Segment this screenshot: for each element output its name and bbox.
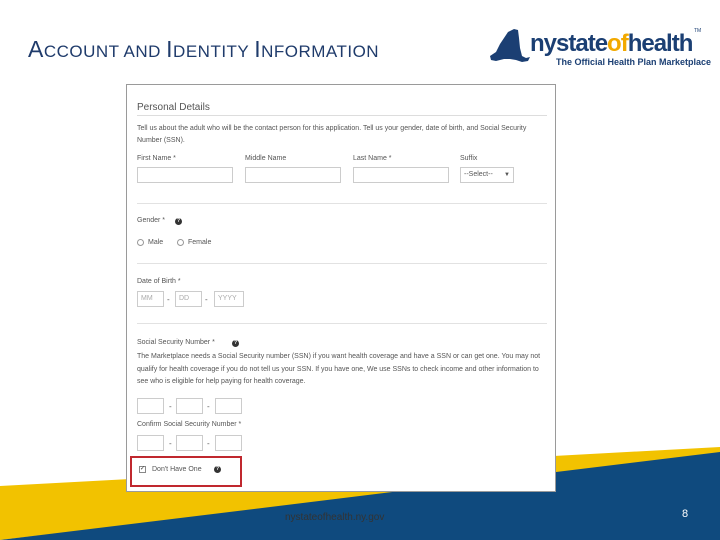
dob-dash: -: [167, 295, 170, 304]
row-divider: [137, 263, 547, 264]
title-rest-3: NFORMATION: [261, 42, 380, 61]
confirm-ssn-part2-input[interactable]: [176, 435, 203, 451]
title-cap-a: A: [28, 36, 44, 62]
section-title: Personal Details: [137, 102, 210, 113]
middle-name-label: Middle Name: [245, 155, 287, 162]
title-rest-1: CCOUNT AND: [43, 42, 167, 61]
logo-word-health: health: [627, 30, 694, 57]
section-intro: Tell us about the adult who will be the …: [137, 125, 527, 144]
suffix-select[interactable]: --Select-- ▼: [460, 167, 514, 183]
confirm-ssn-part1-input[interactable]: [137, 435, 164, 451]
suffix-selected-value: --Select--: [464, 171, 493, 178]
title-rest-2: DENTITY: [173, 42, 255, 61]
ssn-explanation: The Marketplace needs a Social Security …: [137, 353, 541, 385]
dob-label: Date of Birth *: [137, 278, 181, 285]
dob-day-input[interactable]: DD: [175, 291, 202, 307]
dob-month-input[interactable]: MM: [137, 291, 164, 307]
confirm-ssn-dash: -: [169, 439, 172, 448]
section-divider: [137, 115, 547, 116]
first-name-input[interactable]: [137, 167, 233, 183]
logo-tagline: The Official Health Plan Marketplace: [556, 57, 712, 67]
first-name-label: First Name *: [137, 155, 176, 162]
gender-help-icon[interactable]: ?: [175, 218, 182, 225]
ssn-help-icon[interactable]: ?: [232, 340, 239, 347]
chevron-down-icon: ▼: [504, 172, 510, 178]
ssn-part2-input[interactable]: [176, 398, 203, 414]
gender-female-label: Female: [188, 239, 212, 246]
ssn-dash: -: [207, 402, 210, 411]
logo-word-of: of: [607, 30, 629, 57]
nystateofhealth-logo: nystateofhealth TM The Official Health P…: [486, 24, 711, 76]
dob-year-input[interactable]: YYYY: [214, 291, 244, 307]
ssn-part3-input[interactable]: [215, 398, 242, 414]
gender-female-radio[interactable]: [177, 239, 184, 246]
logo-word-nystate: nystate: [530, 30, 608, 57]
gender-male-label: Male: [148, 239, 164, 246]
ssn-label: Social Security Number *: [137, 339, 215, 346]
middle-name-input[interactable]: [245, 167, 341, 183]
slide-title: ACCOUNT AND IDENTITY INFORMATION: [28, 36, 379, 63]
logo-wordmark: nystateofhealth: [530, 30, 694, 58]
ssn-dash: -: [169, 402, 172, 411]
last-name-label: Last Name *: [353, 155, 392, 162]
ny-state-map-icon: [490, 29, 530, 62]
last-name-input[interactable]: [353, 167, 449, 183]
title-cap-i1: I: [166, 36, 174, 62]
confirm-ssn-dash: -: [207, 439, 210, 448]
gender-male-radio[interactable]: [137, 239, 144, 246]
suffix-label: Suffix: [460, 155, 478, 162]
gender-label: Gender *: [137, 217, 166, 224]
confirm-ssn-label: Confirm Social Security Number *: [137, 421, 242, 428]
footer-url[interactable]: nystateofhealth.ny.gov: [285, 512, 384, 523]
logo-trademark: TM: [694, 28, 702, 34]
dob-dash: -: [205, 295, 208, 304]
row-divider: [137, 203, 547, 204]
row-divider: [137, 323, 547, 324]
ssn-part1-input[interactable]: [137, 398, 164, 414]
highlight-box: [130, 456, 242, 487]
page-number: 8: [682, 508, 689, 520]
confirm-ssn-part3-input[interactable]: [215, 435, 242, 451]
form-screenshot: Personal Details Tell us about the adult…: [126, 84, 556, 492]
